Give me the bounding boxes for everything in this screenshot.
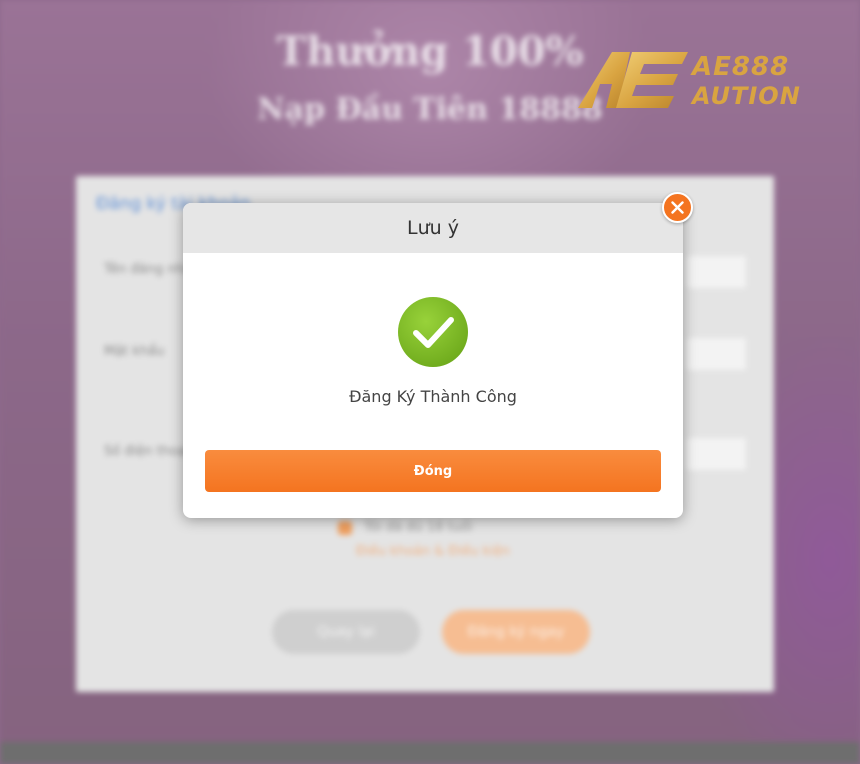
close-icon	[671, 201, 684, 214]
phone-label: Số điện thoại	[104, 444, 190, 459]
password-input[interactable]	[686, 338, 746, 370]
password-label: Mật khẩu	[104, 344, 165, 359]
success-message: Đăng Ký Thành Công	[349, 387, 517, 406]
age-checkbox-label: Tôi đã đủ 18 tuổi	[364, 520, 473, 535]
logo-text-secondary: AUTION	[692, 82, 801, 110]
dialog-title: Lưu ý	[183, 203, 683, 253]
logo-text-primary: AE888	[692, 52, 790, 82]
brand-logo: AE888 AUTION	[578, 50, 808, 112]
bottom-strip	[0, 742, 860, 764]
logo-mark-icon	[578, 52, 688, 108]
close-dialog-button[interactable]: Đóng	[205, 450, 661, 492]
age-checkbox[interactable]	[338, 521, 352, 535]
terms-link[interactable]: Điều khoản & Điều kiện	[356, 544, 510, 559]
dialog-close-button[interactable]	[662, 192, 693, 223]
register-button[interactable]: Đăng ký ngay	[442, 610, 590, 654]
username-input[interactable]	[686, 256, 746, 288]
success-dialog: Lưu ý Đăng Ký Thành Công Đóng	[183, 203, 683, 518]
back-button[interactable]: Quay lại	[272, 610, 420, 654]
phone-input[interactable]	[686, 438, 746, 470]
screen: Thưởng 100% Nạp Đầu Tiên 18888 Đăng ký t…	[0, 0, 860, 764]
check-circle-icon	[398, 297, 468, 367]
